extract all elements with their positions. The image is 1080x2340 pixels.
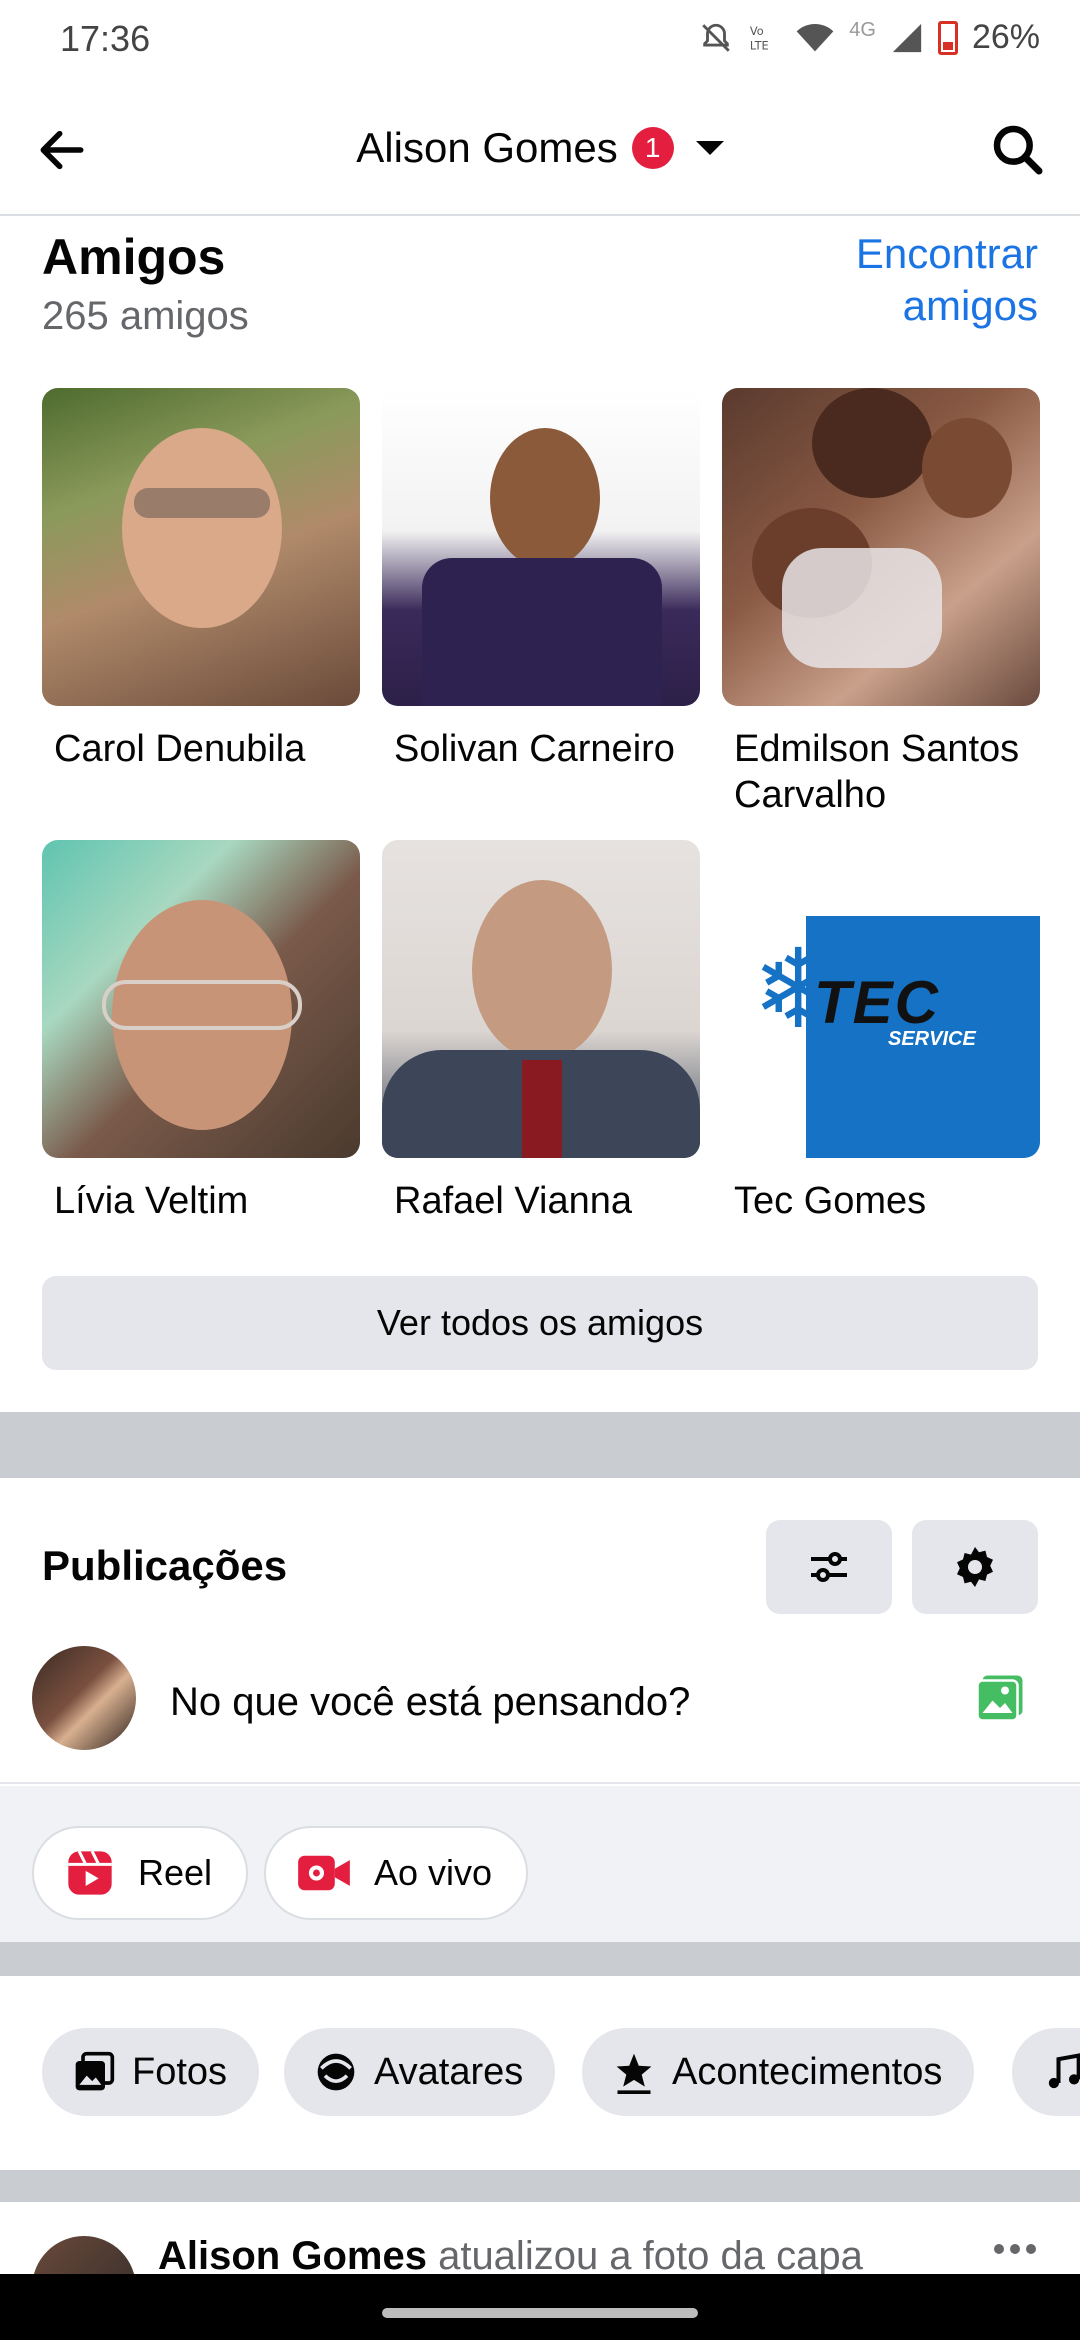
friend-card[interactable]: Lívia Veltim: [42, 840, 360, 1224]
post-header: Alison Gomes atualizou a foto da capa: [158, 2234, 863, 2279]
section-divider: [0, 1412, 1080, 1478]
friend-photo[interactable]: [382, 840, 700, 1158]
friend-name: Lívia Veltim: [54, 1180, 249, 1222]
signal-icon: [892, 23, 922, 52]
friend-name: Edmilson Santos Carvalho: [734, 728, 1020, 816]
find-friends-link[interactable]: Encontrar amigos: [778, 228, 1038, 332]
chevron-down-icon: [695, 141, 724, 155]
more-icon: [994, 2244, 1004, 2254]
profile-header: Alison Gomes 1: [0, 84, 1080, 216]
friend-name: Tec Gomes: [734, 1180, 927, 1222]
home-indicator[interactable]: [382, 2308, 698, 2318]
reel-button[interactable]: Reel: [32, 1826, 249, 1920]
friends-title: Amigos: [42, 229, 226, 285]
status-icons: Vo LTE 4G 26%: [699, 18, 1040, 57]
filter-button[interactable]: [766, 1520, 892, 1614]
posts-section: Publicações No que você está pensando? R…: [0, 1478, 1080, 1942]
section-divider: [0, 2170, 1080, 2202]
live-label: Ao vivo: [374, 1852, 493, 1893]
friend-card[interactable]: Carol Denubila: [42, 388, 360, 772]
friend-card[interactable]: Solivan Carneiro: [382, 388, 700, 772]
post-author[interactable]: Alison Gomes: [158, 2234, 427, 2278]
profile-switcher[interactable]: Alison Gomes 1: [0, 124, 1080, 172]
svg-text:LTE: LTE: [750, 38, 769, 52]
feed-post: Alison Gomes atualizou a foto da capa: [0, 2202, 1080, 2282]
logo-subtext: SERVICE: [888, 1028, 976, 1050]
profile-name: Alison Gomes: [356, 124, 618, 171]
friend-name: Solivan Carneiro: [394, 728, 675, 770]
friend-photo[interactable]: [382, 388, 700, 706]
photo-icon: [976, 1675, 1023, 1722]
system-nav-bar: [0, 2274, 1080, 2340]
friend-photo[interactable]: [722, 388, 1040, 706]
post-action: atualizou a foto da capa: [438, 2234, 863, 2278]
friend-photo[interactable]: ❄ TEC SERVICE: [722, 840, 1040, 1158]
chip-life-events[interactable]: Acontecimentos: [582, 2028, 975, 2116]
more-options-button[interactable]: [994, 2244, 1036, 2254]
settings-button[interactable]: [912, 1520, 1038, 1614]
search-button[interactable]: [986, 118, 1050, 182]
friends-count: 265 amigos: [42, 294, 249, 338]
posts-title: Publicações: [42, 1542, 288, 1589]
friend-card[interactable]: Edmilson Santos Carvalho: [722, 388, 1040, 818]
friends-section: Amigos 265 amigos Encontrar amigos Carol…: [0, 216, 1080, 1412]
chip-music[interactable]: [1012, 2028, 1080, 2116]
post-actions: Reel Ao vivo: [0, 1786, 1080, 1942]
gear-icon: [957, 1547, 993, 1587]
notification-badge: 1: [631, 127, 674, 169]
chip-label: Acontecimentos: [672, 2050, 943, 2093]
photos-icon: [75, 2051, 115, 2091]
chip-label: Fotos: [132, 2050, 228, 2093]
friend-card[interactable]: ❄ TEC SERVICE Tec Gomes: [722, 840, 1040, 1224]
chip-avatars[interactable]: Avatares: [284, 2028, 556, 2116]
reel-icon: [68, 1850, 112, 1895]
wifi-icon: [796, 23, 834, 51]
avatar[interactable]: [32, 1646, 136, 1750]
friend-name: Carol Denubila: [54, 728, 306, 770]
music-icon: [1048, 2053, 1080, 2089]
search-icon: [993, 125, 1043, 175]
live-button[interactable]: Ao vivo: [264, 1826, 529, 1920]
reel-label: Reel: [138, 1852, 213, 1893]
volte-icon: VoLTE: [750, 24, 769, 52]
chip-label: Avatares: [374, 2050, 524, 2093]
battery-level: 26%: [971, 18, 1040, 56]
profile-tabs: Fotos Avatares Acontecimentos: [0, 1976, 1080, 2170]
life-event-icon: [616, 2053, 652, 2094]
friend-photo[interactable]: [42, 388, 360, 706]
svg-text:Vo: Vo: [750, 24, 764, 38]
chip-photos[interactable]: Fotos: [42, 2028, 260, 2116]
network-type: 4G: [849, 19, 876, 41]
friend-card[interactable]: Rafael Vianna: [382, 840, 700, 1224]
mute-icon: [702, 23, 731, 52]
avatar-icon: [317, 2053, 355, 2091]
battery-icon: [937, 20, 958, 55]
section-divider: [0, 1942, 1080, 1976]
status-time: 17:36: [60, 18, 151, 59]
friend-name: Rafael Vianna: [394, 1180, 633, 1222]
sliders-icon: [811, 1552, 847, 1582]
see-all-friends-button[interactable]: Ver todos os amigos: [42, 1276, 1038, 1370]
logo-text: TEC: [814, 969, 940, 1036]
status-bar: 17:36 Vo LTE 4G 26%: [0, 0, 1080, 84]
live-video-icon: [298, 1855, 350, 1891]
add-photo-button[interactable]: [970, 1668, 1030, 1728]
friend-photo[interactable]: [42, 840, 360, 1158]
composer-placeholder[interactable]: No que você está pensando?: [170, 1680, 690, 1725]
